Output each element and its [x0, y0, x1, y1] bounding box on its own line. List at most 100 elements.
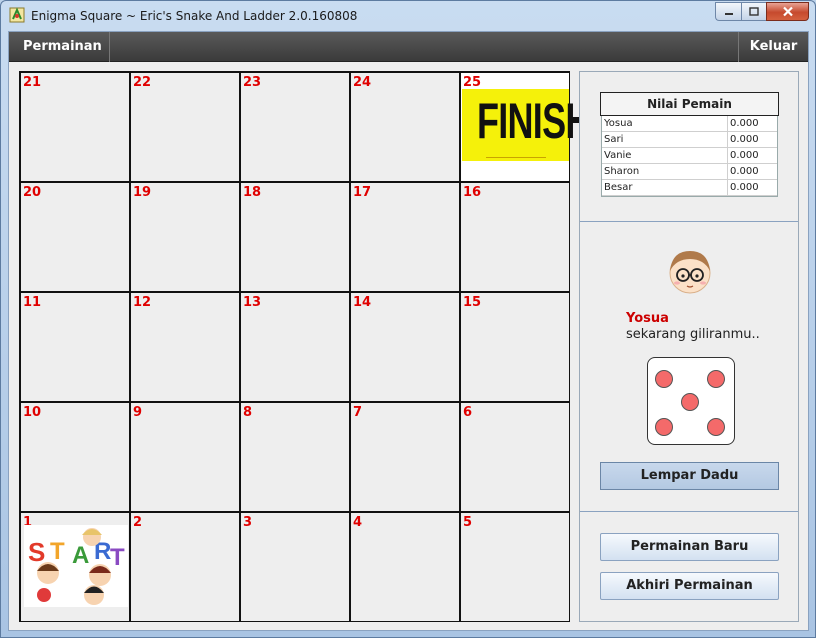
player-name-cell: Vanie	[602, 148, 728, 163]
board-cell-finish: 25 FINISH	[460, 72, 591, 182]
cell-number: 2	[133, 515, 143, 530]
close-button[interactable]	[766, 2, 809, 21]
cell-number: 25	[463, 75, 482, 90]
board-cell: 11	[20, 292, 130, 402]
player-score-cell: 0.000	[730, 150, 759, 161]
finish-image: FINISH	[462, 89, 591, 161]
dice	[647, 357, 735, 445]
game-actions-section: Permainan Baru Akhiri Permainan	[580, 513, 798, 621]
cell-number: 19	[133, 185, 152, 200]
board-cell: 19	[130, 182, 240, 292]
board-cell: 23	[240, 72, 350, 182]
menu-keluar[interactable]: Keluar	[738, 32, 808, 62]
board-cell: 22	[130, 72, 240, 182]
game-board: 21 22 23 24 25 FINISH 20 19 18 17 16 11 …	[19, 71, 591, 622]
table-row[interactable]: Sharon 0.000	[602, 164, 777, 180]
window-title: Enigma Square ~ Eric's Snake And Ladder …	[31, 9, 358, 23]
maximize-button[interactable]	[741, 2, 766, 21]
board-cell: 20	[20, 182, 130, 292]
table-row[interactable]: Vanie 0.000	[602, 148, 777, 164]
dice-pip	[655, 370, 673, 388]
cell-number: 5	[463, 515, 473, 530]
cell-number: 14	[353, 295, 372, 310]
cell-number: 13	[243, 295, 262, 310]
cell-number: 11	[23, 295, 42, 310]
board-cell: 7	[350, 402, 460, 512]
score-table-header: Nilai Pemain	[600, 92, 779, 116]
minimize-icon	[724, 12, 733, 15]
svg-text:S: S	[28, 537, 45, 567]
cell-number: 9	[133, 405, 143, 420]
svg-text:T: T	[50, 538, 65, 565]
score-table-body: Yosua 0.000 Sari 0.000 Vanie 0.000 Sharon 0.…	[601, 116, 778, 197]
minimize-button[interactable]	[715, 2, 741, 21]
board-cell: 21	[20, 72, 130, 182]
board-cell: 24	[350, 72, 460, 182]
board-cell: 9	[130, 402, 240, 512]
svg-text:A: A	[72, 542, 89, 569]
board-cell: 6	[460, 402, 570, 512]
side-panel: Nilai Pemain Yosua 0.000 Sari 0.000 Vanie 0…	[579, 71, 799, 622]
player-score-cell: 0.000	[730, 134, 759, 145]
player-score-cell: 0.000	[730, 182, 759, 193]
cell-number: 4	[353, 515, 363, 530]
client-area: Permainan Keluar 21 22 23 24 25 FINISH 2…	[8, 31, 809, 631]
cell-number: 20	[23, 185, 42, 200]
turn-section: Yosua sekarang giliranmu.. Lempar Dadu	[580, 223, 798, 512]
cell-number: 8	[243, 405, 253, 420]
player-avatar	[669, 251, 711, 294]
score-table: Nilai Pemain Yosua 0.000 Sari 0.000 Vanie 0…	[600, 92, 779, 197]
board-cell: 15	[460, 292, 570, 402]
dice-pip	[655, 418, 673, 436]
turn-message: sekarang giliranmu..	[626, 327, 760, 342]
cell-number: 21	[23, 75, 42, 90]
new-game-button[interactable]: Permainan Baru	[600, 533, 779, 561]
score-section: Nilai Pemain Yosua 0.000 Sari 0.000 Vanie 0…	[580, 72, 798, 222]
close-icon	[782, 6, 793, 17]
board-cell: 13	[240, 292, 350, 402]
player-score-cell: 0.000	[730, 166, 759, 177]
maximize-icon	[749, 7, 759, 16]
dice-pip	[681, 393, 699, 411]
cell-number: 7	[353, 405, 363, 420]
board-cell: 18	[240, 182, 350, 292]
player-name-cell: Sari	[602, 132, 728, 147]
app-icon	[9, 7, 25, 23]
player-name-cell: Sharon	[602, 164, 728, 179]
finish-underline	[486, 157, 546, 158]
board-cell: 16	[460, 182, 570, 292]
board-cell: 4	[350, 512, 460, 622]
svg-text:T: T	[110, 544, 125, 571]
cell-number: 12	[133, 295, 152, 310]
player-name-cell: Yosua	[602, 116, 728, 131]
end-game-button[interactable]: Akhiri Permainan	[600, 572, 779, 600]
app-window: Enigma Square ~ Eric's Snake And Ladder …	[0, 0, 816, 638]
board-cell-start: 1 S T A R T	[20, 512, 130, 622]
cell-number: 23	[243, 75, 262, 90]
roll-dice-button[interactable]: Lempar Dadu	[600, 462, 779, 490]
cell-number: 15	[463, 295, 482, 310]
board-cell: 17	[350, 182, 460, 292]
board-cell: 8	[240, 402, 350, 512]
board-cell: 3	[240, 512, 350, 622]
board-cell: 2	[130, 512, 240, 622]
cell-number: 22	[133, 75, 152, 90]
table-row[interactable]: Yosua 0.000	[602, 116, 777, 132]
dice-pip	[707, 370, 725, 388]
cell-number: 17	[353, 185, 372, 200]
board-cell: 14	[350, 292, 460, 402]
table-row[interactable]: Sari 0.000	[602, 132, 777, 148]
table-row[interactable]: Besar 0.000	[602, 180, 777, 196]
window-controls	[715, 2, 809, 21]
start-image: S T A R T	[24, 525, 128, 607]
board-cell: 5	[460, 512, 570, 622]
cell-number: 24	[353, 75, 372, 90]
cell-number: 3	[243, 515, 253, 530]
current-player-name: Yosua	[626, 311, 669, 326]
cell-number: 10	[23, 405, 42, 420]
dice-pip	[707, 418, 725, 436]
cell-number: 6	[463, 405, 473, 420]
finish-label: FINISH	[476, 93, 591, 149]
title-bar[interactable]: Enigma Square ~ Eric's Snake And Ladder …	[1, 1, 815, 31]
menu-permainan[interactable]: Permainan	[9, 32, 110, 62]
